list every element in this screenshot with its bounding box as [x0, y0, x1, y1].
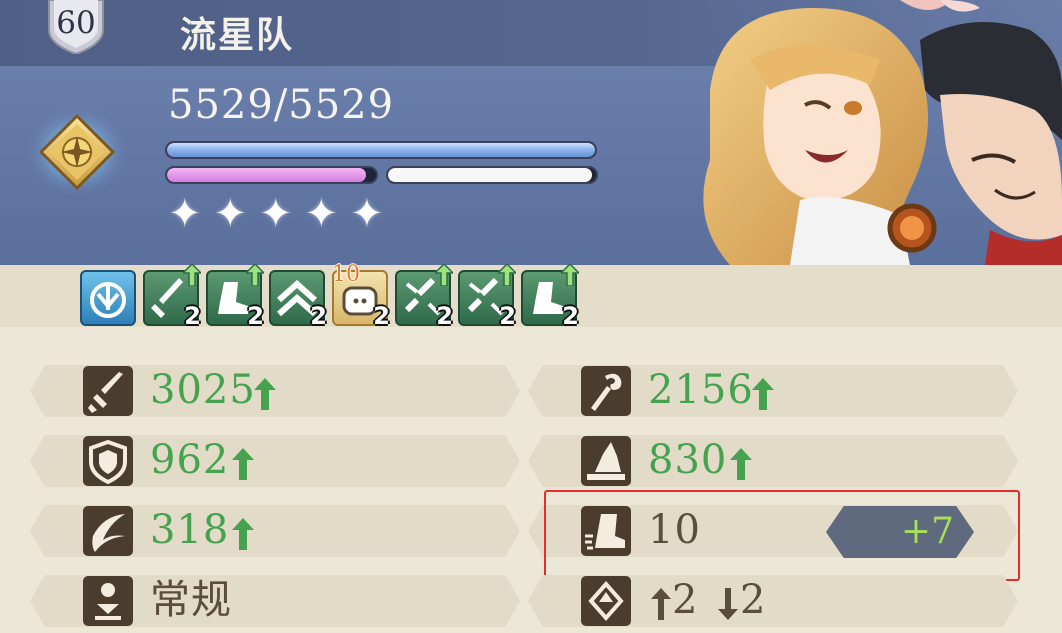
character-portrait	[703, 0, 1062, 265]
upgrade-arrow-icon	[183, 264, 201, 286]
hp-bar-fill	[167, 143, 595, 157]
ex-bar-fill	[388, 168, 592, 182]
evasion-buff-arrow-icon	[232, 518, 254, 550]
level-badge: 60	[45, 0, 107, 54]
magic-defense-buff-arrow-icon	[730, 448, 752, 480]
upgrade-arrow-icon	[498, 264, 516, 286]
unit-header: 60 流星队 5529/5529 ✦ ✦ ✦ ✦ ✦	[0, 0, 1062, 265]
rarity-star-icon: ✦	[304, 191, 339, 237]
ex-bar	[386, 166, 598, 184]
attack-value: 3025	[150, 367, 256, 413]
jump-down-value: 2	[740, 577, 767, 623]
jump-up-value: 2	[672, 577, 699, 623]
skill-slot[interactable]	[80, 270, 136, 326]
skill-slot[interactable]: 2	[521, 264, 579, 330]
evasion-wing-icon	[83, 506, 133, 556]
skill-row: 2 2 2 10 2 2 2 2	[0, 262, 1062, 330]
movement-person-icon	[83, 576, 133, 626]
defense-shield-icon	[83, 436, 133, 486]
defense-buff-arrow-icon	[232, 448, 254, 480]
skill-slot[interactable]: 2	[269, 270, 327, 330]
hp-bar	[165, 141, 597, 159]
skill-slot[interactable]: 2	[395, 264, 453, 330]
skill-level: 2	[562, 302, 579, 330]
jump-up-arrow-icon	[651, 588, 671, 620]
skill-slot[interactable]: 2	[143, 264, 201, 330]
mp-bar-fill	[167, 168, 366, 182]
magic-defense-hat-icon	[581, 436, 631, 486]
rarity-star-icon: ✦	[213, 191, 248, 237]
rarity-stars: ✦ ✦ ✦ ✦ ✦	[168, 190, 384, 238]
attack-sword-icon	[83, 366, 133, 416]
magic-attack-buff-arrow-icon	[752, 378, 774, 410]
rarity-star-icon: ✦	[259, 191, 293, 237]
hp-readout: 5529/5529	[168, 82, 395, 128]
evasion-value: 318	[150, 507, 230, 553]
skill-level: 2	[499, 302, 516, 330]
magic-attack-value: 2156	[648, 367, 754, 413]
defense-value: 962	[150, 437, 230, 483]
jump-down-arrow-icon	[718, 588, 738, 620]
upgrade-arrow-icon	[246, 264, 264, 286]
team-name: 流星队	[180, 15, 295, 56]
movement-type-value: 常规	[150, 577, 232, 623]
magic-staff-icon	[581, 366, 631, 416]
ice-burst-icon	[90, 282, 126, 318]
jump-diamond-icon	[581, 576, 631, 626]
upgrade-arrow-icon	[561, 264, 579, 286]
level-number: 60	[56, 5, 96, 41]
mp-bar	[165, 166, 378, 184]
skill-slot[interactable]: 2	[206, 264, 264, 330]
class-compass-icon	[25, 106, 129, 198]
skill-level: 2	[247, 302, 264, 330]
skill-stack-count: 10	[332, 262, 360, 287]
attack-buff-arrow-icon	[254, 378, 276, 410]
skill-level: 2	[436, 302, 453, 330]
skill-slot[interactable]: 2	[458, 264, 516, 330]
skill-level: 2	[184, 302, 201, 330]
skill-level: 2	[310, 302, 327, 330]
skill-slot[interactable]: 10 2	[332, 262, 390, 330]
speed-highlight-box	[544, 490, 1020, 581]
rarity-star-icon: ✦	[168, 191, 202, 237]
upgrade-arrow-icon	[435, 264, 453, 286]
skill-level: 2	[373, 302, 390, 330]
magic-defense-value: 830	[648, 437, 728, 483]
unit-status-panel: 60 流星队 5529/5529 ✦ ✦ ✦ ✦ ✦ 2 2 2 10 2 2 …	[0, 0, 1062, 633]
rarity-star-icon: ✦	[350, 191, 384, 237]
